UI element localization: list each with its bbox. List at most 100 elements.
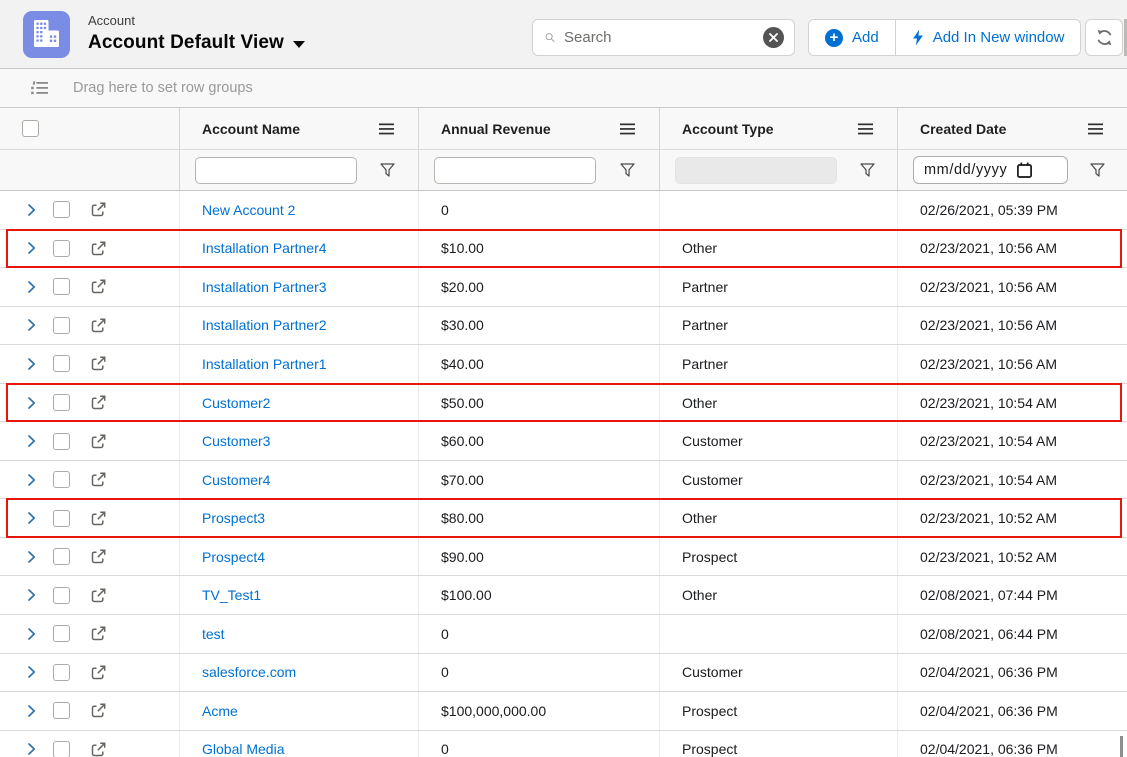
open-record-icon[interactable] — [91, 318, 106, 333]
row-checkbox[interactable] — [53, 317, 70, 334]
row-group-panel[interactable]: Drag here to set row groups — [0, 69, 1127, 108]
expand-chevron-icon[interactable] — [28, 551, 36, 563]
row-checkbox[interactable] — [53, 471, 70, 488]
account-name-link[interactable]: Installation Partner2 — [202, 317, 327, 333]
row-controls-cell — [0, 345, 180, 383]
annual-revenue-cell: $60.00 — [419, 422, 660, 460]
row-checkbox[interactable] — [53, 741, 70, 757]
add-in-new-window-label: Add In New window — [933, 29, 1065, 46]
row-checkbox[interactable] — [53, 201, 70, 218]
column-menu-icon[interactable] — [858, 123, 873, 135]
annual-revenue-filter-input[interactable] — [434, 157, 596, 184]
row-controls-cell — [0, 230, 180, 268]
account-name-link[interactable]: Customer3 — [202, 433, 270, 449]
row-checkbox[interactable] — [53, 240, 70, 257]
expand-chevron-icon[interactable] — [28, 628, 36, 640]
row-checkbox[interactable] — [53, 625, 70, 642]
account-name-link[interactable]: Prospect4 — [202, 549, 265, 565]
row-checkbox[interactable] — [53, 278, 70, 295]
account-name-link[interactable]: New Account 2 — [202, 202, 295, 218]
row-checkbox[interactable] — [53, 394, 70, 411]
row-checkbox[interactable] — [53, 355, 70, 372]
row-controls-cell — [0, 307, 180, 345]
expand-chevron-icon[interactable] — [28, 281, 36, 293]
open-record-icon[interactable] — [91, 742, 106, 757]
annual-revenue-cell: 0 — [419, 191, 660, 229]
expand-chevron-icon[interactable] — [28, 242, 36, 254]
account-name-link[interactable]: TV_Test1 — [202, 587, 261, 603]
open-record-icon[interactable] — [91, 472, 106, 487]
account-name-link[interactable]: Prospect3 — [202, 510, 265, 526]
column-menu-icon[interactable] — [620, 123, 635, 135]
clear-search-icon[interactable] — [763, 27, 784, 48]
row-checkbox[interactable] — [53, 702, 70, 719]
account-name-link[interactable]: Installation Partner4 — [202, 240, 327, 256]
account-type-cell: Partner — [660, 307, 898, 345]
account-name-link[interactable]: Installation Partner3 — [202, 279, 327, 295]
account-name-link[interactable]: Acme — [202, 703, 238, 719]
open-record-icon[interactable] — [91, 665, 106, 680]
expand-chevron-icon[interactable] — [28, 397, 36, 409]
open-record-icon[interactable] — [91, 626, 106, 641]
expand-chevron-icon[interactable] — [28, 319, 36, 331]
row-checkbox[interactable] — [53, 587, 70, 604]
account-name-link[interactable]: test — [202, 626, 225, 642]
column-header-account-name[interactable]: Account Name — [180, 108, 419, 149]
expand-chevron-icon[interactable] — [28, 512, 36, 524]
row-checkbox[interactable] — [53, 433, 70, 450]
open-record-icon[interactable] — [91, 588, 106, 603]
account-name-cell: Installation Partner2 — [180, 307, 419, 345]
column-label: Created Date — [920, 121, 1006, 137]
add-button[interactable]: + Add — [809, 20, 895, 55]
created-date-cell: 02/04/2021, 06:36 PM — [898, 731, 1127, 757]
created-date-filter-input[interactable]: mm/dd/yyyy — [913, 156, 1068, 184]
open-record-icon[interactable] — [91, 434, 106, 449]
open-record-icon[interactable] — [91, 279, 106, 294]
account-name-link[interactable]: Installation Partner1 — [202, 356, 327, 372]
view-selector[interactable]: Account Default View — [88, 32, 305, 54]
expand-chevron-icon[interactable] — [28, 666, 36, 678]
row-checkbox[interactable] — [53, 548, 70, 565]
account-name-filter-input[interactable] — [195, 157, 357, 184]
row-checkbox[interactable] — [53, 510, 70, 527]
account-name-link[interactable]: Global Media — [202, 741, 285, 757]
filter-funnel-icon[interactable] — [596, 163, 659, 177]
expand-chevron-icon[interactable] — [28, 358, 36, 370]
column-header-account-type[interactable]: Account Type — [660, 108, 898, 149]
account-name-link[interactable]: Customer2 — [202, 395, 270, 411]
select-all-checkbox[interactable] — [22, 120, 39, 137]
open-record-icon[interactable] — [91, 356, 106, 371]
add-in-new-window-button[interactable]: Add In New window — [895, 20, 1081, 55]
open-record-icon[interactable] — [91, 549, 106, 564]
open-record-icon[interactable] — [91, 395, 106, 410]
refresh-button[interactable] — [1085, 19, 1123, 56]
search-input[interactable] — [564, 29, 763, 46]
account-name-link[interactable]: salesforce.com — [202, 664, 296, 680]
expand-chevron-icon[interactable] — [28, 705, 36, 717]
table-row: Prospect4 $90.00 Prospect 02/23/2021, 10… — [0, 538, 1127, 577]
column-header-annual-revenue[interactable]: Annual Revenue — [419, 108, 660, 149]
open-record-icon[interactable] — [91, 202, 106, 217]
buildings-icon — [23, 11, 70, 58]
search-box[interactable] — [532, 19, 795, 56]
column-menu-icon[interactable] — [379, 123, 394, 135]
scrollbar-thumb[interactable] — [1120, 736, 1123, 757]
filter-funnel-icon[interactable] — [1068, 163, 1127, 177]
calendar-icon[interactable] — [1016, 162, 1033, 179]
column-header-created-date[interactable]: Created Date — [898, 108, 1127, 149]
account-name-link[interactable]: Customer4 — [202, 472, 270, 488]
expand-chevron-icon[interactable] — [28, 743, 36, 755]
open-record-icon[interactable] — [91, 241, 106, 256]
filter-funnel-icon[interactable] — [357, 163, 418, 177]
expand-chevron-icon[interactable] — [28, 435, 36, 447]
column-menu-icon[interactable] — [1088, 123, 1103, 135]
expand-chevron-icon[interactable] — [28, 204, 36, 216]
account-type-cell: Partner — [660, 268, 898, 306]
table-row: Customer4 $70.00 Customer 02/23/2021, 10… — [0, 461, 1127, 500]
filter-funnel-icon[interactable] — [837, 163, 897, 177]
open-record-icon[interactable] — [91, 511, 106, 526]
expand-chevron-icon[interactable] — [28, 589, 36, 601]
expand-chevron-icon[interactable] — [28, 474, 36, 486]
row-checkbox[interactable] — [53, 664, 70, 681]
open-record-icon[interactable] — [91, 703, 106, 718]
